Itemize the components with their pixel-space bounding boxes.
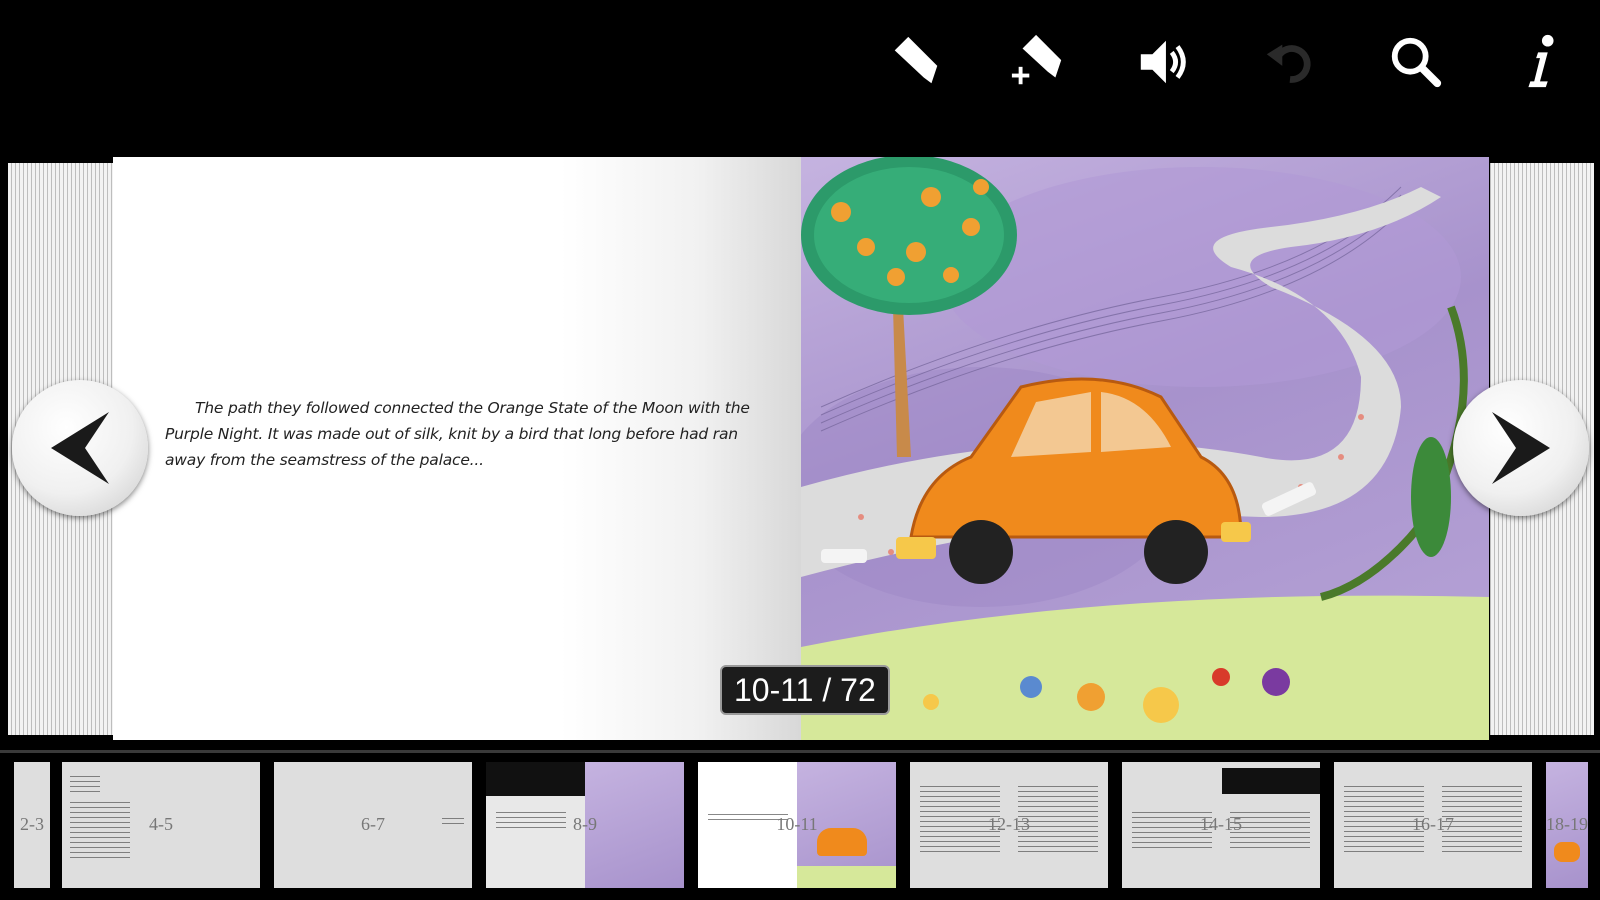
- thumbnail-10-11[interactable]: 10-11: [698, 762, 896, 888]
- thumbnail-strip[interactable]: 2-3 4-5 6-7 8-9 10-11 12-13 14-15 16-17 …: [0, 762, 1600, 888]
- thumbnail-6-7[interactable]: 6-7: [274, 762, 472, 888]
- add-bookmark-button[interactable]: [1006, 30, 1070, 94]
- previous-page-button[interactable]: [12, 380, 148, 516]
- thumbnail-18-19[interactable]: 18-19: [1546, 762, 1588, 888]
- add-bookmark-icon: [1011, 34, 1062, 85]
- thumbnail-label: 18-19: [1546, 814, 1588, 834]
- thumbnail-label: 2-3: [20, 814, 44, 834]
- next-page-button[interactable]: [1453, 380, 1589, 516]
- toolbar: [0, 0, 1600, 130]
- thumbnail-8-9[interactable]: 8-9: [486, 762, 684, 888]
- info-button[interactable]: [1508, 30, 1572, 94]
- book-viewer: The path they followed connected the Ora…: [0, 155, 1600, 740]
- thumbnail-separator: [0, 750, 1600, 753]
- right-page-illustration[interactable]: [801, 157, 1489, 740]
- volume-button[interactable]: [1132, 30, 1196, 94]
- bookmark-icon: [894, 36, 938, 84]
- search-icon: [1391, 37, 1442, 88]
- illustration-image: [801, 157, 1489, 740]
- thumbnail-label: 10-11: [776, 814, 818, 834]
- volume-icon: [1140, 40, 1186, 84]
- arrow-left-icon: [51, 412, 109, 484]
- left-page[interactable]: The path they followed connected the Ora…: [113, 157, 801, 740]
- left-page-text: The path they followed connected the Ora…: [165, 399, 750, 469]
- bookmark-button[interactable]: [884, 30, 948, 94]
- search-button[interactable]: [1384, 30, 1448, 94]
- thumbnail-label: 8-9: [573, 814, 597, 834]
- thumbnail-label: 16-17: [1412, 814, 1454, 834]
- thumbnail-label: 14-15: [1200, 814, 1242, 834]
- thumbnail-14-15[interactable]: 14-15: [1122, 762, 1320, 888]
- page-counter: 10-11 / 72: [720, 665, 890, 715]
- arrow-right-icon: [1492, 412, 1550, 484]
- info-icon: [1528, 34, 1554, 88]
- thumbnail-12-13[interactable]: 12-13: [910, 762, 1108, 888]
- thumbnail-2-3[interactable]: 2-3: [14, 762, 50, 888]
- undo-button[interactable]: [1258, 30, 1322, 94]
- undo-icon: [1266, 44, 1311, 83]
- thumbnail-label: 6-7: [361, 814, 385, 834]
- thumbnail-label: 4-5: [149, 814, 173, 834]
- thumbnail-label: 12-13: [988, 814, 1030, 834]
- thumbnail-16-17[interactable]: 16-17: [1334, 762, 1532, 888]
- thumbnail-4-5[interactable]: 4-5: [62, 762, 260, 888]
